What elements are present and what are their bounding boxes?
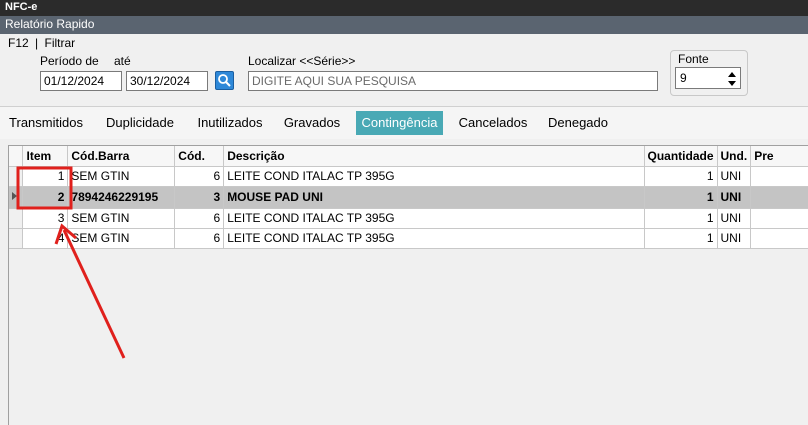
table-row[interactable]: 3 SEM GTIN 6 LEITE COND ITALAC TP 395G 1… <box>9 208 808 229</box>
font-group: Fonte 9 <box>670 50 748 96</box>
row-pointer-icon <box>12 191 17 200</box>
magnifier-icon <box>218 74 231 87</box>
search-input[interactable] <box>248 71 658 91</box>
cell-quantity[interactable]: 1 <box>644 228 718 249</box>
cell-quantity[interactable]: 1 <box>644 166 718 187</box>
cell-code[interactable]: 6 <box>174 166 225 187</box>
cell-code[interactable]: 3 <box>174 186 225 209</box>
table-row[interactable]: 1 SEM GTIN 6 LEITE COND ITALAC TP 395G 1… <box>9 166 808 187</box>
cell-barcode[interactable]: SEM GTIN <box>67 208 176 229</box>
cell-price[interactable] <box>750 166 808 187</box>
filter-label[interactable]: Filtrar <box>45 36 76 50</box>
cell-item[interactable]: 4 <box>22 228 69 249</box>
cell-barcode[interactable]: SEM GTIN <box>67 166 176 187</box>
col-header-barcode[interactable]: Cód.Barra <box>67 146 176 167</box>
tab-inutilizados[interactable]: Inutilizados <box>190 111 270 135</box>
cell-unit[interactable]: UNI <box>717 228 752 249</box>
font-size-value: 9 <box>680 71 687 85</box>
tab-denegado[interactable]: Denegado <box>541 111 615 135</box>
row-indicator <box>9 166 24 187</box>
cell-description[interactable]: LEITE COND ITALAC TP 395G <box>223 208 645 229</box>
tab-contingencia[interactable]: Contingência <box>356 111 443 135</box>
col-header-code[interactable]: Cód. <box>174 146 225 167</box>
row-indicator <box>9 208 24 229</box>
items-table: Item Cód.Barra Cód. Descrição Quantidade… <box>9 146 808 249</box>
until-label: até <box>114 54 131 68</box>
col-header-unit[interactable]: Und. <box>717 146 752 167</box>
cell-item[interactable]: 1 <box>22 166 69 187</box>
header-row: Item Cód.Barra Cód. Descrição Quantidade… <box>9 146 808 167</box>
window-title: NFC-e <box>0 0 808 16</box>
cell-price[interactable] <box>750 208 808 229</box>
cell-description[interactable]: LEITE COND ITALAC TP 395G <box>223 166 645 187</box>
period-label: Período de <box>40 54 99 68</box>
row-indicator-header <box>9 146 24 167</box>
filter-header: F12 | Filtrar <box>8 36 76 50</box>
f12-label: F12 <box>8 36 29 50</box>
search-label: Localizar <<Série>> <box>248 54 356 68</box>
col-header-price[interactable]: Pre <box>750 146 808 167</box>
cell-item[interactable]: 2 <box>22 186 69 209</box>
col-header-item[interactable]: Item <box>22 146 69 167</box>
tab-gravados[interactable]: Gravados <box>277 111 347 135</box>
tab-cancelados[interactable]: Cancelados <box>452 111 534 135</box>
cell-barcode[interactable]: 7894246229195 <box>67 186 176 209</box>
cell-code[interactable]: 6 <box>174 208 225 229</box>
cell-description[interactable]: LEITE COND ITALAC TP 395G <box>223 228 645 249</box>
arrow-down-icon[interactable] <box>726 79 738 88</box>
date-to-field[interactable] <box>126 71 208 91</box>
cell-description[interactable]: MOUSE PAD UNI <box>223 186 645 209</box>
tab-duplicidade[interactable]: Duplicidade <box>97 111 183 135</box>
filter-panel: F12 | Filtrar Período de até Localizar <… <box>0 34 808 106</box>
table-row[interactable]: 4 SEM GTIN 6 LEITE COND ITALAC TP 395G 1… <box>9 228 808 249</box>
row-indicator <box>9 228 24 249</box>
cell-unit[interactable]: UNI <box>717 208 752 229</box>
cell-price[interactable] <box>750 228 808 249</box>
font-size-stepper[interactable]: 9 <box>675 67 741 89</box>
date-from-field[interactable] <box>40 71 122 91</box>
cell-unit[interactable]: UNI <box>717 166 752 187</box>
tab-bar: Transmitidos Duplicidade Inutilizados Gr… <box>0 106 808 139</box>
cell-unit[interactable]: UNI <box>717 186 752 209</box>
cell-quantity[interactable]: 1 <box>644 186 718 209</box>
table-row-selected[interactable]: 2 7894246229195 3 MOUSE PAD UNI 1 UNI <box>9 186 808 209</box>
tab-transmitidos[interactable]: Transmitidos <box>3 111 89 135</box>
col-header-quantity[interactable]: Quantidade <box>644 146 718 167</box>
cell-code[interactable]: 6 <box>174 228 225 249</box>
cell-item[interactable]: 3 <box>22 208 69 229</box>
row-indicator <box>9 186 24 209</box>
arrow-up-icon[interactable] <box>726 70 738 79</box>
font-label: Fonte <box>678 52 709 66</box>
form-title: Relatório Rapido <box>0 16 808 34</box>
search-button[interactable] <box>215 71 234 90</box>
col-header-description[interactable]: Descrição <box>223 146 645 167</box>
items-grid: Item Cód.Barra Cód. Descrição Quantidade… <box>8 145 808 425</box>
cell-barcode[interactable]: SEM GTIN <box>67 228 176 249</box>
cell-quantity[interactable]: 1 <box>644 208 718 229</box>
cell-price[interactable] <box>750 186 808 209</box>
